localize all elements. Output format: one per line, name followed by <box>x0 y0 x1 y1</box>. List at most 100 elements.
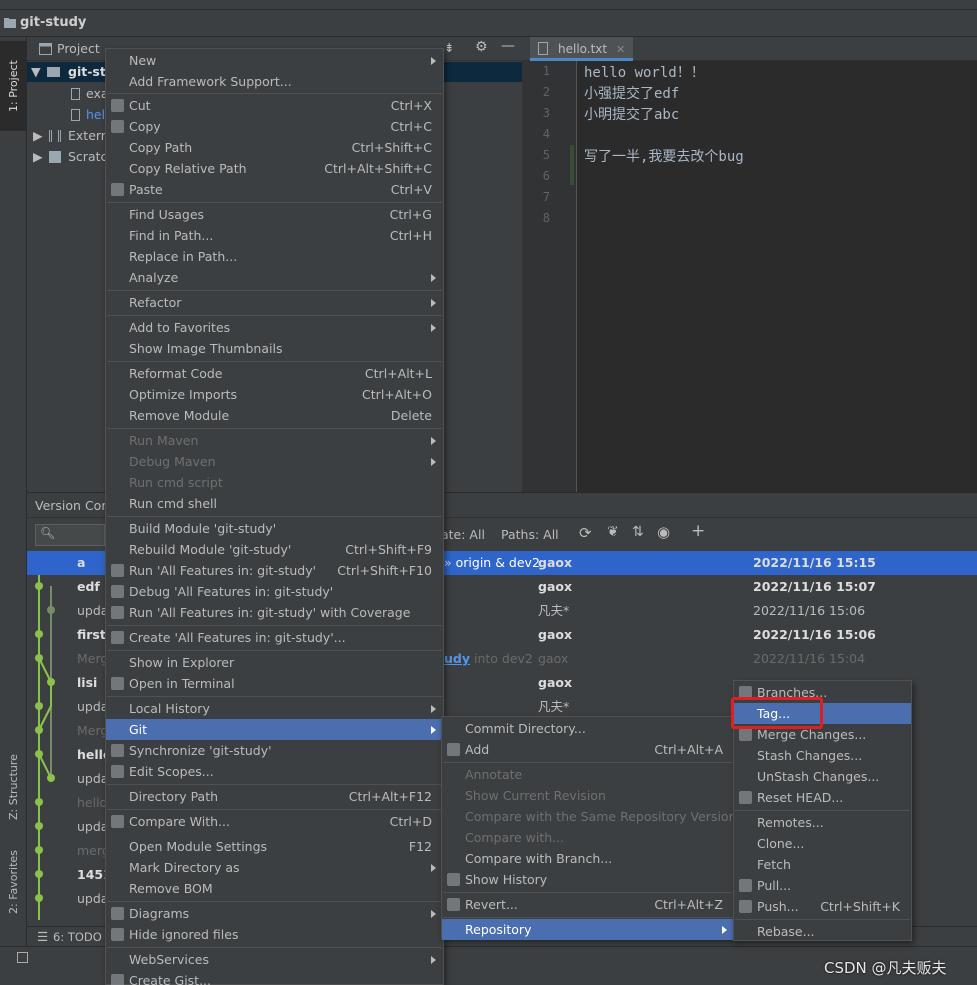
code-line[interactable]: 写了一半,我要去改个bug <box>584 146 744 166</box>
menu-item-clone[interactable]: Clone... <box>734 833 911 854</box>
menu-item-run-all-features-in-git-study[interactable]: Run 'All Features in: git-study' Ctrl+Shi… <box>106 560 443 581</box>
menu-item-compare-with[interactable]: Compare With... Ctrl+D <box>106 811 443 832</box>
editor-tab-hello-txt[interactable]: hello.txt ✕ <box>530 37 634 61</box>
log-search-input[interactable]: 🔍︎ <box>35 524 105 546</box>
cherry-pick-icon[interactable]: ❦ <box>607 524 619 540</box>
collapse-icon[interactable]: ⇟ <box>444 40 454 55</box>
menu-item-reformat-code[interactable]: Reformat Code Ctrl+Alt+L <box>106 363 443 384</box>
refresh-icon[interactable]: ⟳ <box>579 524 592 542</box>
tab-favorites[interactable]: 2: Favorites <box>0 837 27 927</box>
menu-item-debug-maven[interactable]: Debug Maven <box>106 451 443 472</box>
menu-item-local-history[interactable]: Local History <box>106 698 443 719</box>
breadcrumb-project[interactable]: git-study <box>20 15 86 30</box>
menu-item-annotate[interactable]: Annotate <box>442 764 734 785</box>
menu-item-commit-directory[interactable]: Commit Directory... <box>442 718 734 739</box>
menu-item-cut[interactable]: Cut Ctrl+X <box>106 95 443 116</box>
code-line[interactable]: 小明提交了abc <box>584 104 679 124</box>
menu-item-unstash-changes[interactable]: UnStash Changes... <box>734 766 911 787</box>
menu-item-reset-head[interactable]: Reset HEAD... <box>734 787 911 808</box>
todo-tab[interactable]: 6: TODO <box>53 930 102 944</box>
project-panel-title[interactable]: Project <box>57 41 100 56</box>
menu-item-remove-bom[interactable]: Remove BOM <box>106 878 443 899</box>
tab-project[interactable]: 1: Project <box>0 41 27 131</box>
menu-item-refactor[interactable]: Refactor <box>106 292 443 313</box>
menu-item-analyze[interactable]: Analyze <box>106 267 443 288</box>
menu-item-directory-path[interactable]: Directory Path Ctrl+Alt+F12 <box>106 786 443 807</box>
menu-item-edit-scopes[interactable]: Edit Scopes... <box>106 761 443 782</box>
menu-item-mark-directory-as[interactable]: Mark Directory as <box>106 857 443 878</box>
menu-item-open-module-settings[interactable]: Open Module Settings F12 <box>106 836 443 857</box>
tree-item-external-libraries[interactable]: ▶ Extern <box>27 126 109 146</box>
menu-item-remotes[interactable]: Remotes... <box>734 812 911 833</box>
menu-item-paste[interactable]: Paste Ctrl+V <box>106 179 443 200</box>
date-filter[interactable]: ate: All <box>441 527 485 542</box>
search-icon: 🔍︎ <box>40 526 56 540</box>
menu-item-shortcut: Ctrl+Alt+Shift+C <box>324 161 432 176</box>
code-line[interactable]: 小强提交了edf <box>584 83 679 103</box>
submenu-arrow-icon <box>431 299 436 307</box>
menu-item-show-in-explorer[interactable]: Show in Explorer <box>106 652 443 673</box>
menu-item-webservices[interactable]: WebServices <box>106 949 443 970</box>
menu-item-optimize-imports[interactable]: Optimize Imports Ctrl+Alt+O <box>106 384 443 405</box>
menu-item-hide-ignored-files[interactable]: Hide ignored files <box>106 924 443 945</box>
version-control-title[interactable]: Version Cor <box>35 498 106 513</box>
menu-item-rebase[interactable]: Rebase... <box>734 921 911 942</box>
menu-item-repository[interactable]: Repository <box>442 919 734 940</box>
menu-item-label: UnStash Changes... <box>757 769 880 784</box>
menu-item-label: Analyze <box>129 270 179 285</box>
merge-link[interactable]: udy <box>444 651 470 666</box>
menu-item-compare-with[interactable]: Compare with... <box>442 827 734 848</box>
add-icon[interactable]: + <box>691 521 705 541</box>
gear-icon[interactable]: ⚙ <box>475 39 488 55</box>
menu-item-label: Rebase... <box>757 924 815 939</box>
menu-item-run-maven[interactable]: Run Maven <box>106 430 443 451</box>
menu-item-add-framework-support[interactable]: Add Framework Support... <box>106 71 443 92</box>
menu-item-new[interactable]: New <box>106 50 443 71</box>
minimize-icon[interactable]: — <box>501 38 515 54</box>
tree-item-scratches[interactable]: ▶ Scratc <box>27 147 107 167</box>
menu-item-show-history[interactable]: Show History <box>442 869 734 890</box>
menu-item-copy-path[interactable]: Copy Path Ctrl+Shift+C <box>106 137 443 158</box>
close-icon[interactable]: ✕ <box>616 43 625 56</box>
menu-item-run-all-features-in-git-study-with-coverage[interactable]: Run 'All Features in: git-study' with Co… <box>106 602 443 623</box>
menu-item-stash-changes[interactable]: Stash Changes... <box>734 745 911 766</box>
menu-item-diagrams[interactable]: Diagrams <box>106 903 443 924</box>
menu-item-show-current-revision[interactable]: Show Current Revision <box>442 785 734 806</box>
code-line[interactable]: hello world！！ <box>584 62 705 82</box>
menu-item-git[interactable]: Git <box>106 719 443 740</box>
submenu-arrow-icon <box>431 910 436 918</box>
menu-item-compare-with-the-same-repository-version[interactable]: Compare with the Same Repository Version <box>442 806 737 827</box>
menu-item-push[interactable]: Push... Ctrl+Shift+K <box>734 896 911 917</box>
submenu-arrow-icon <box>431 324 436 332</box>
tree-item-file[interactable]: hel <box>27 105 107 125</box>
menu-item-add[interactable]: Add Ctrl+Alt+A <box>442 739 734 760</box>
menu-item-copy-relative-path[interactable]: Copy Relative Path Ctrl+Alt+Shift+C <box>106 158 443 179</box>
menu-item-find-usages[interactable]: Find Usages Ctrl+G <box>106 204 443 225</box>
menu-item-show-image-thumbnails[interactable]: Show Image Thumbnails <box>106 338 443 359</box>
menu-item-copy[interactable]: Copy Ctrl+C <box>106 116 443 137</box>
menu-item-pull[interactable]: Pull... <box>734 875 911 896</box>
eye-icon[interactable]: ◉ <box>657 523 670 541</box>
tab-structure[interactable]: Z: Structure <box>0 737 27 837</box>
menu-item-add-to-favorites[interactable]: Add to Favorites <box>106 317 443 338</box>
menu-item-create-all-features-in-git-study[interactable]: Create 'All Features in: git-study'... <box>106 627 443 648</box>
menu-item-remove-module[interactable]: Remove Module Delete <box>106 405 443 426</box>
menu-item-revert[interactable]: Revert... Ctrl+Alt+Z <box>442 894 734 915</box>
menu-item-synchronize-git-study[interactable]: Synchronize 'git-study' <box>106 740 443 761</box>
menu-item-run-cmd-shell[interactable]: Run cmd shell <box>106 493 443 514</box>
tree-item-file[interactable]: exa <box>27 84 109 104</box>
menu-item-compare-with-branch[interactable]: Compare with Branch... <box>442 848 734 869</box>
menu-item-find-in-path[interactable]: Find in Path... Ctrl+H <box>106 225 443 246</box>
menu-item-open-in-terminal[interactable]: Open in Terminal <box>106 673 443 694</box>
navigation-bar: git-study <box>0 10 977 37</box>
paths-filter[interactable]: Paths: All <box>501 527 559 542</box>
sort-icon[interactable]: ⇅ <box>632 524 644 540</box>
menu-item-rebuild-module-git-study[interactable]: Rebuild Module 'git-study' Ctrl+Shift+F9 <box>106 539 443 560</box>
menu-item-build-module-git-study[interactable]: Build Module 'git-study' <box>106 518 443 539</box>
menu-item-replace-in-path[interactable]: Replace in Path... <box>106 246 443 267</box>
window-icon[interactable] <box>17 952 28 963</box>
menu-item-run-cmd-script[interactable]: Run cmd script <box>106 472 443 493</box>
menu-item-fetch[interactable]: Fetch <box>734 854 911 875</box>
menu-item-debug-all-features-in-git-study[interactable]: Debug 'All Features in: git-study' <box>106 581 443 602</box>
menu-item-create-gist[interactable]: Create Gist... <box>106 970 443 985</box>
